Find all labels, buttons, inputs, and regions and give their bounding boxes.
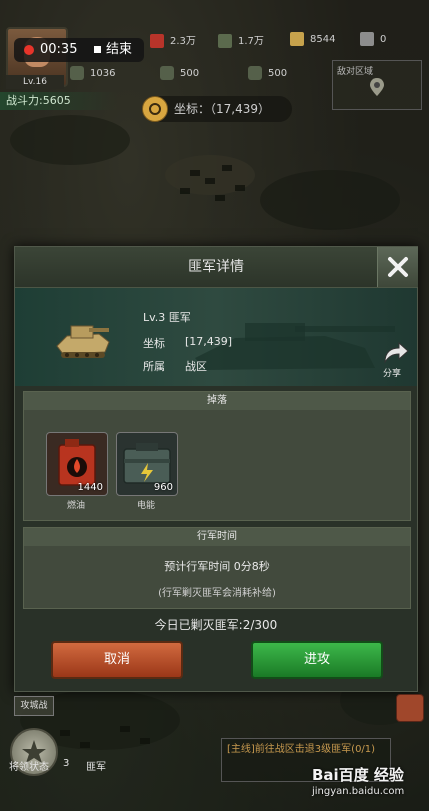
general-status-badge: 3 bbox=[63, 758, 70, 769]
steel-icon bbox=[360, 32, 374, 46]
fuel-can-icon bbox=[150, 34, 164, 48]
unit-icon bbox=[70, 66, 84, 80]
share-button[interactable]: 分享 bbox=[381, 340, 411, 380]
resource-ammo-value: 1.7万 bbox=[238, 36, 264, 47]
drop-item-energy[interactable]: 960 bbox=[116, 432, 178, 496]
daily-kill-count: 今日已剿灭匪军:2/300 bbox=[154, 618, 278, 632]
resource-fuel[interactable]: 2.3万 bbox=[150, 32, 196, 48]
march-section: 行军时间 预计行军时间 0分8秒 (行军剿灭匪军会消耗补给) bbox=[23, 527, 411, 609]
search-icon[interactable] bbox=[142, 96, 168, 122]
unit-count-infantry[interactable]: 500 bbox=[160, 66, 199, 80]
resource-shell[interactable]: 8544 bbox=[290, 32, 335, 46]
close-button[interactable] bbox=[377, 247, 418, 287]
siege-button[interactable]: 攻城战 bbox=[14, 696, 54, 716]
drop-item-fuel[interactable]: 1440 bbox=[46, 432, 108, 496]
unit-count-infantry-value: 500 bbox=[180, 68, 200, 79]
resource-fuel-value: 2.3万 bbox=[170, 36, 196, 47]
enemy-zone-value: 战区 bbox=[185, 360, 207, 373]
record-end-button[interactable]: 结束 bbox=[106, 38, 132, 62]
resource-steel[interactable]: 0 bbox=[360, 32, 386, 46]
resource-shell-value: 8544 bbox=[310, 34, 336, 45]
bandit-shortcut-label[interactable]: 匪军 bbox=[86, 758, 106, 773]
share-label: 分享 bbox=[383, 369, 402, 379]
watermark-brand: Bai百度 经验 bbox=[312, 766, 404, 784]
enemy-coord-value: [17,439] bbox=[185, 335, 233, 348]
drops-section: 掉落 1440 燃油 960 电能 bbox=[23, 391, 411, 521]
watermark-url: jingyan.baidu.com bbox=[312, 786, 405, 797]
combat-power: 战斗力:5605 bbox=[0, 92, 118, 110]
enemy-zone-label: 所属 bbox=[143, 360, 165, 373]
resource-ammo[interactable]: 1.7万 bbox=[218, 32, 264, 48]
drop-energy-count: 960 bbox=[153, 482, 173, 493]
screen-recording-indicator[interactable]: 00:35 结束 bbox=[14, 38, 144, 62]
top-hud: Lv.16 00:35 结束 2.3万 1.7万 8544 0 1036 500… bbox=[0, 0, 429, 110]
drop-energy-label: 电能 bbox=[136, 501, 155, 511]
dialog-title: 匪军详情 bbox=[188, 259, 244, 275]
share-icon bbox=[384, 341, 409, 364]
drop-fuel-count: 1440 bbox=[77, 482, 103, 493]
location-pin-icon bbox=[370, 78, 384, 96]
drops-title: 掉落 bbox=[24, 392, 410, 410]
unit-count-artillery-value: 500 bbox=[268, 68, 288, 79]
coordinate-label: 坐标：（17,439） bbox=[174, 102, 270, 116]
ammo-icon bbox=[218, 34, 232, 48]
unit-count-tank[interactable]: 1036 bbox=[70, 66, 115, 80]
minimap-label: 敌对区域 bbox=[337, 67, 374, 77]
notification-badge-icon[interactable] bbox=[396, 694, 424, 722]
enemy-level-name: Lv.3 匪军 bbox=[143, 311, 191, 324]
unit-count-tank-value: 1036 bbox=[90, 68, 116, 79]
march-title: 行军时间 bbox=[24, 528, 410, 546]
close-icon bbox=[388, 257, 408, 277]
dialog-header: 匪军详情 bbox=[15, 247, 418, 288]
unit-icon bbox=[248, 66, 262, 80]
battery-box-icon bbox=[123, 443, 171, 484]
record-dot-icon bbox=[24, 45, 34, 55]
player-level: Lv.16 bbox=[6, 75, 64, 89]
march-estimate: 预计行军时间 0分8秒 bbox=[164, 560, 270, 573]
record-time: 00:35 bbox=[40, 42, 78, 57]
resource-steel-value: 0 bbox=[380, 34, 387, 45]
bandit-detail-dialog: 匪军详情 Lv.3 匪军 坐标 [17,439] 所属 战区 分享 掉落 144… bbox=[14, 246, 418, 692]
enemy-tank-icon bbox=[56, 325, 110, 358]
march-note: (行军剿灭匪军会消耗补给) bbox=[158, 588, 276, 599]
general-status-label: 将领状态 bbox=[9, 762, 49, 773]
minimap[interactable]: 敌对区域 bbox=[332, 60, 422, 110]
enemy-coord-label: 坐标 bbox=[143, 337, 165, 350]
shell-icon bbox=[290, 32, 304, 46]
coordinate-search[interactable]: 坐标：（17,439） bbox=[142, 96, 292, 122]
unit-count-artillery[interactable]: 500 bbox=[248, 66, 287, 80]
cancel-button[interactable]: 取消 bbox=[51, 641, 183, 679]
drop-fuel-label: 燃油 bbox=[66, 501, 85, 511]
stop-icon bbox=[94, 46, 101, 53]
enemy-info-panel: Lv.3 匪军 坐标 [17,439] 所属 战区 分享 bbox=[15, 288, 417, 386]
unit-icon bbox=[160, 66, 174, 80]
attack-button[interactable]: 进攻 bbox=[251, 641, 383, 679]
